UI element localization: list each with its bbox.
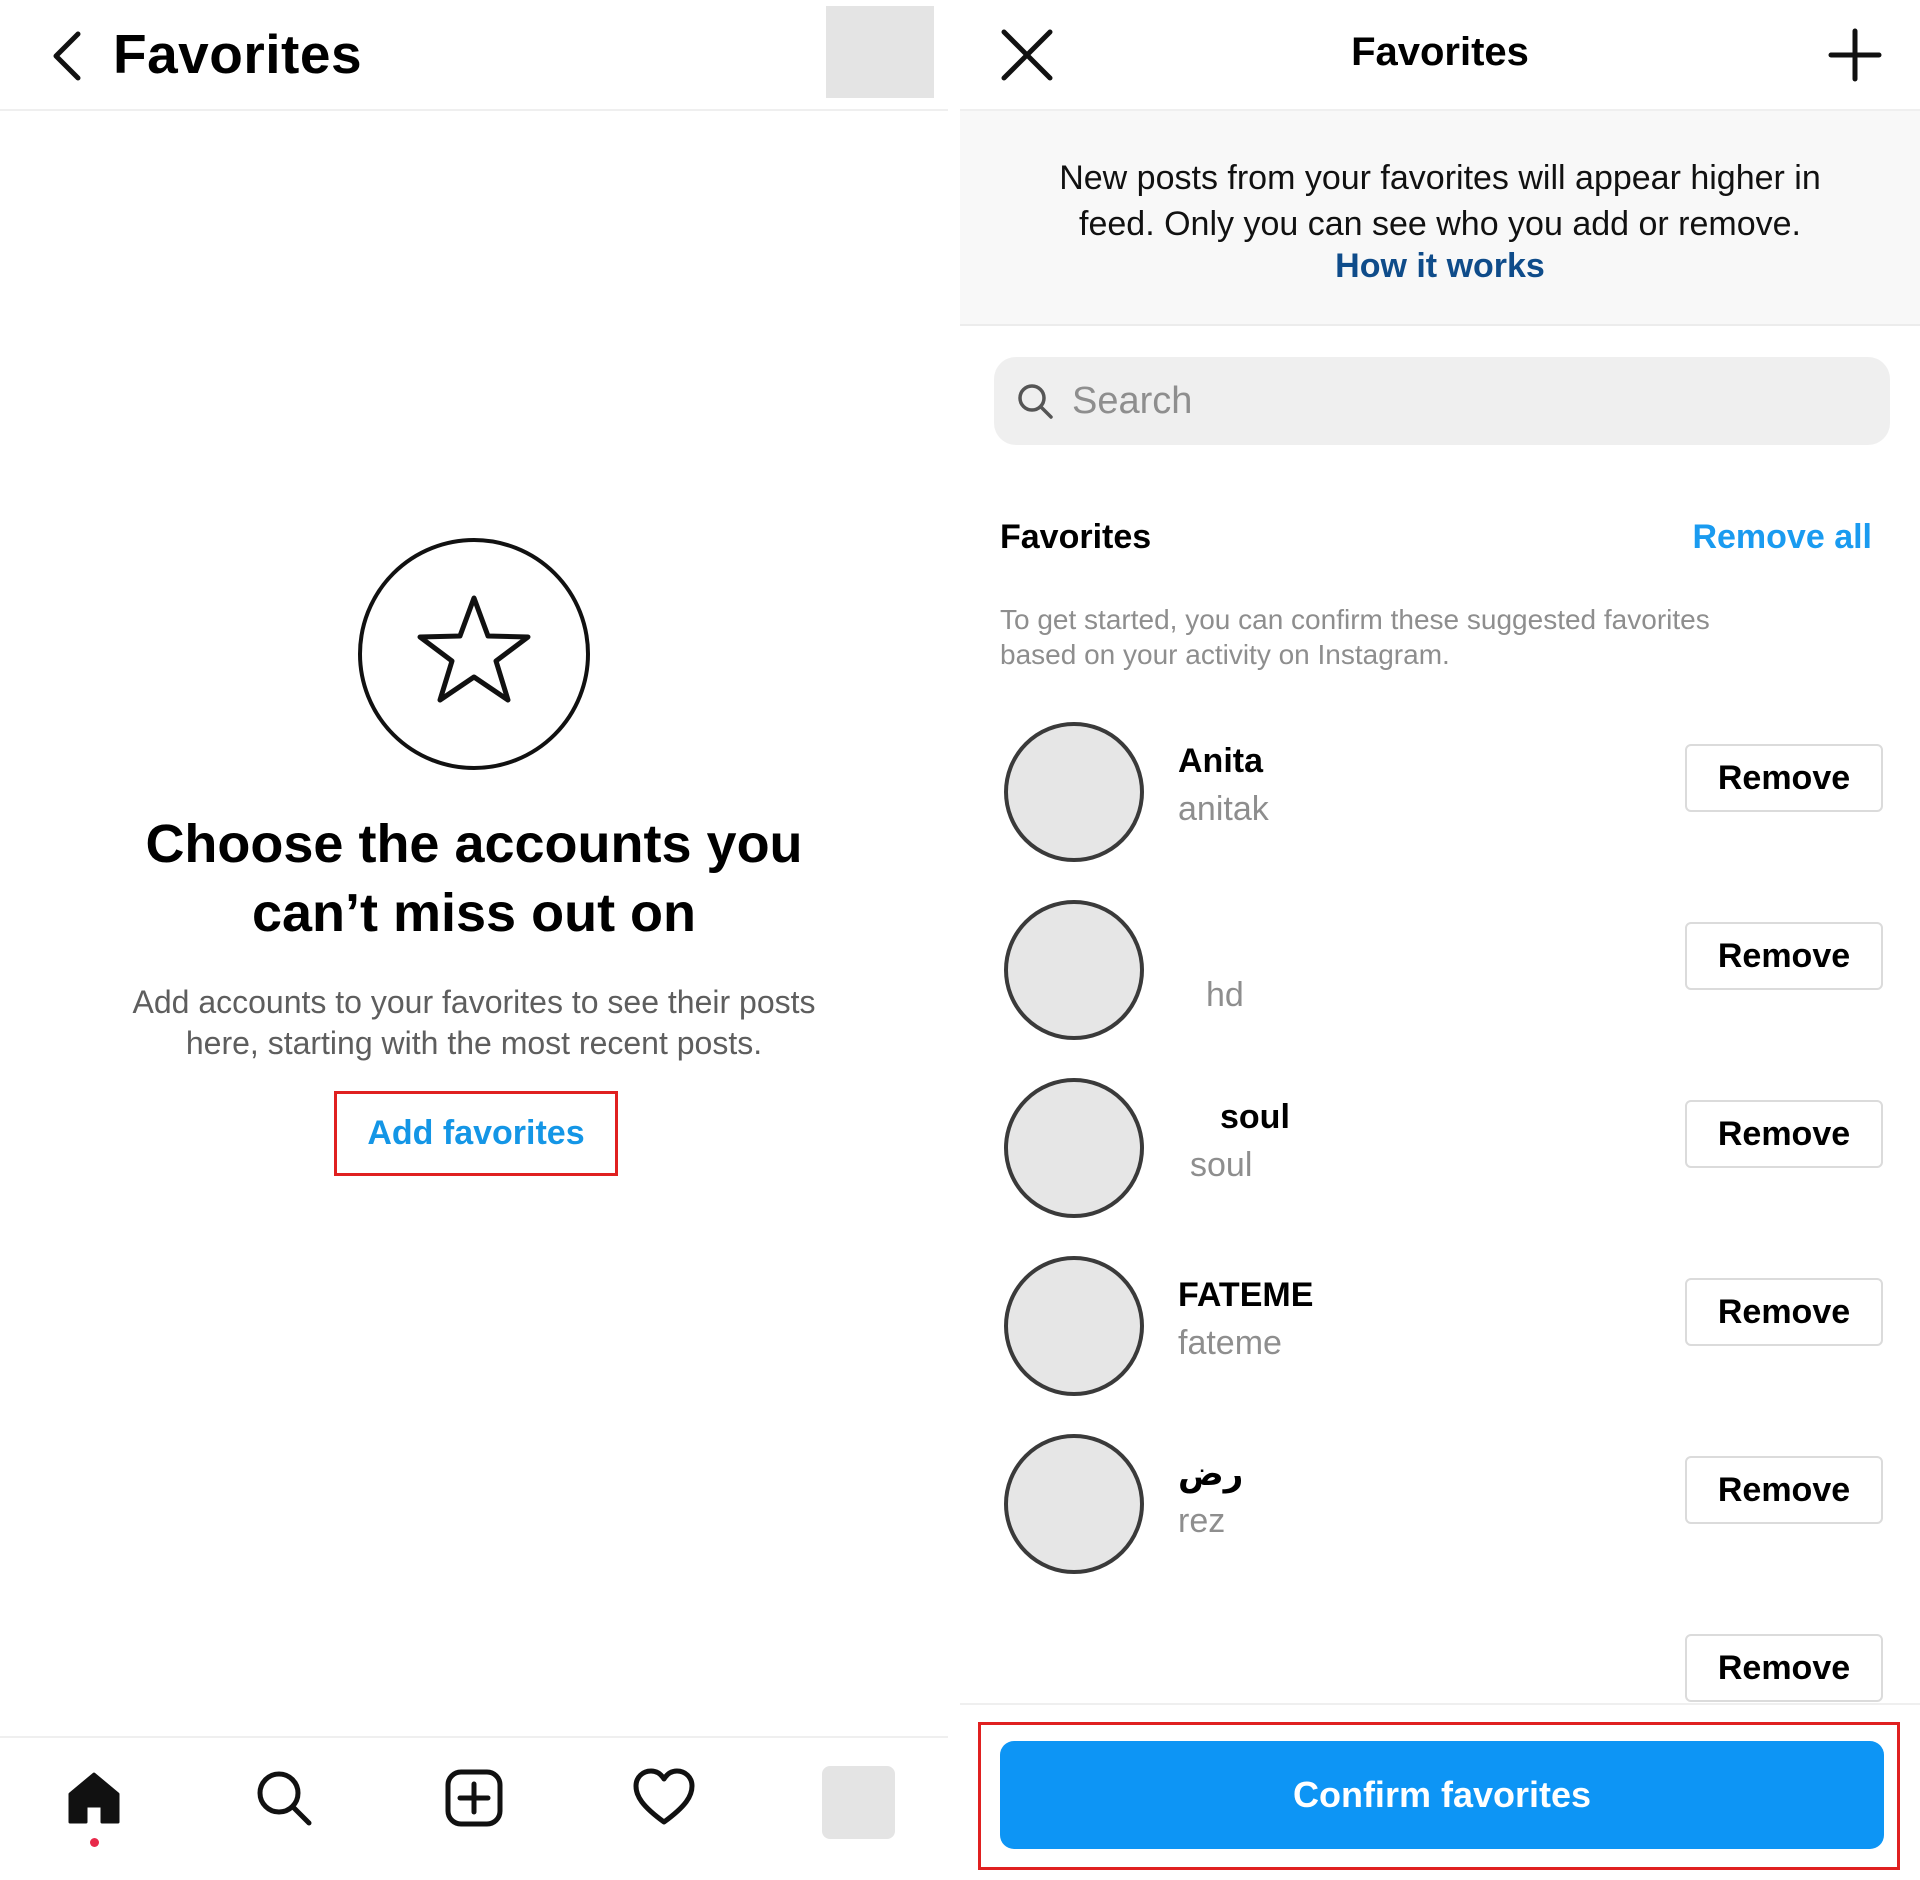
remove-button[interactable]: Remove xyxy=(1685,744,1883,812)
remove-button[interactable]: Remove xyxy=(1685,1278,1883,1346)
account-username: hd xyxy=(1206,976,1244,1014)
section-title: Favorites xyxy=(1000,518,1152,556)
add-favorites-button[interactable]: Add favorites xyxy=(334,1091,618,1176)
heading-line-2: can’t miss out on xyxy=(251,883,697,943)
account-name: FATEME xyxy=(1178,1276,1314,1314)
account-name: Anita xyxy=(1178,742,1263,780)
home-icon[interactable] xyxy=(62,1766,126,1830)
description-line-2: here, starting with the most recent post… xyxy=(185,1025,763,1061)
remove-all-button[interactable]: Remove all xyxy=(1692,518,1872,557)
avatar[interactable] xyxy=(1004,722,1144,862)
info-banner: New posts from your favorites will appea… xyxy=(960,111,1920,326)
account-name: soul xyxy=(1220,1098,1290,1136)
profile-avatar[interactable] xyxy=(822,1766,895,1839)
account-username: anitak xyxy=(1178,790,1269,828)
how-it-works-link[interactable]: How it works xyxy=(960,247,1920,286)
list-item: FATEME fateme Remove xyxy=(960,1240,1920,1418)
search-input[interactable] xyxy=(1072,378,1832,424)
hint-line-1: To get started, you can confirm these su… xyxy=(1000,604,1710,635)
banner-line-1: New posts from your favorites will appea… xyxy=(1059,159,1821,197)
favorites-edit-screen: Favorites New posts from your favorites … xyxy=(960,0,1920,1880)
home-notification-dot xyxy=(90,1838,99,1847)
list-item: soul soul Remove xyxy=(960,1062,1920,1240)
star-icon xyxy=(358,538,590,770)
back-chevron-icon[interactable] xyxy=(48,28,88,84)
avatar[interactable] xyxy=(1004,1256,1144,1396)
empty-state-heading: Choose the accounts you can’t miss out o… xyxy=(60,810,888,948)
banner-line-2: feed. Only you can see who you add or re… xyxy=(1079,205,1801,243)
description-line-1: Add accounts to your favorites to see th… xyxy=(132,984,816,1020)
account-username: fateme xyxy=(1178,1324,1282,1362)
account-username: rez xyxy=(1178,1502,1226,1540)
banner-text: New posts from your favorites will appea… xyxy=(1000,155,1880,247)
search-icon[interactable] xyxy=(252,1766,316,1830)
hint-line-2: based on your activity on Instagram. xyxy=(1000,639,1450,670)
heading-line-1: Choose the accounts you xyxy=(145,814,803,874)
list-item: Anita anitak Remove xyxy=(960,706,1920,884)
heart-icon[interactable] xyxy=(632,1766,696,1830)
page-title: Favorites xyxy=(113,23,363,85)
header-avatar-placeholder xyxy=(826,6,934,98)
favorites-empty-screen: Favorites Choose the accounts you can’t … xyxy=(0,0,948,1880)
remove-button[interactable]: Remove xyxy=(1685,922,1883,990)
left-header: Favorites xyxy=(0,0,948,111)
remove-button[interactable]: Remove xyxy=(1685,1456,1883,1524)
section-hint: To get started, you can confirm these su… xyxy=(1000,602,1840,672)
empty-state-description: Add accounts to your favorites to see th… xyxy=(60,982,888,1064)
list-item: hd Remove xyxy=(960,884,1920,1062)
create-icon[interactable] xyxy=(442,1766,506,1830)
right-header: Favorites xyxy=(960,0,1920,111)
panel-separator xyxy=(948,0,960,1880)
avatar[interactable] xyxy=(1004,1434,1144,1574)
confirm-favorites-button[interactable]: Confirm favorites xyxy=(1000,1741,1884,1849)
avatar[interactable] xyxy=(1004,900,1144,1040)
plus-icon[interactable] xyxy=(1828,28,1882,82)
account-name: رض xyxy=(1178,1455,1244,1493)
avatar[interactable] xyxy=(1004,1078,1144,1218)
remove-button[interactable]: Remove xyxy=(1685,1100,1883,1168)
page-title: Favorites xyxy=(1351,30,1529,74)
search-icon xyxy=(1018,384,1053,419)
remove-button[interactable]: Remove xyxy=(1685,1634,1883,1702)
account-username: soul xyxy=(1190,1146,1253,1184)
list-item: رض rez Remove xyxy=(960,1418,1920,1596)
